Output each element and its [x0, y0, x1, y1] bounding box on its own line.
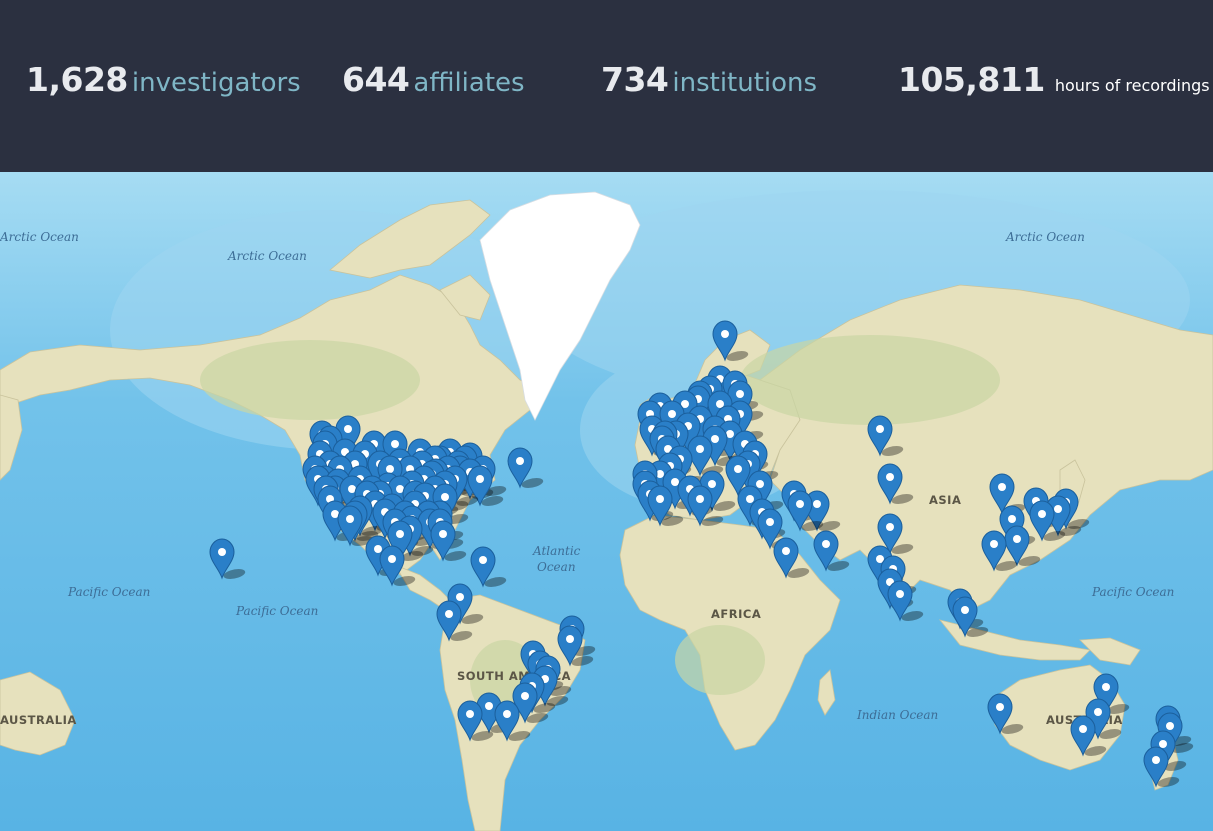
- marker-dot: [456, 593, 464, 601]
- stat-label: hours of recordings: [1054, 76, 1210, 95]
- marker-dot: [886, 473, 894, 481]
- region-label: AFRICA: [711, 607, 761, 621]
- stat-affiliates: 644 affiliates: [342, 60, 525, 99]
- stat-investigators: 1,628 investigators: [26, 60, 301, 99]
- marker-dot: [782, 547, 790, 555]
- map-canvas[interactable]: Arctic Ocean Arctic Ocean Arctic Ocean P…: [0, 172, 1213, 831]
- marker-dot: [476, 475, 484, 483]
- ocean-label: Arctic Ocean: [1005, 230, 1085, 244]
- marker-dot: [1159, 740, 1167, 748]
- marker-dot: [439, 530, 447, 538]
- marker-dot: [1166, 722, 1174, 730]
- marker-dot: [696, 495, 704, 503]
- marker-dot: [721, 330, 729, 338]
- marker-dot: [1038, 510, 1046, 518]
- marker-dot: [1013, 535, 1021, 543]
- marker-dot: [218, 548, 226, 556]
- marker-dot: [736, 390, 744, 398]
- ocean-label: Indian Ocean: [856, 708, 938, 722]
- marker-dot: [671, 478, 679, 486]
- marker-dot: [485, 702, 493, 710]
- marker-dot: [1079, 725, 1087, 733]
- marker-dot: [766, 518, 774, 526]
- marker-dot: [466, 710, 474, 718]
- ocean-label: Pacific Ocean: [1091, 585, 1174, 599]
- world-map[interactable]: Arctic Ocean Arctic Ocean Arctic Ocean P…: [0, 172, 1213, 831]
- marker-dot: [1094, 708, 1102, 716]
- marker-dot: [441, 493, 449, 501]
- marker-dot: [734, 465, 742, 473]
- marker-dot: [711, 435, 719, 443]
- marker-dot: [1054, 505, 1062, 513]
- stat-value: 734: [601, 60, 669, 99]
- marker-dot: [516, 457, 524, 465]
- marker-dot: [813, 500, 821, 508]
- marker-dot: [896, 590, 904, 598]
- marker-dot: [796, 500, 804, 508]
- marker-dot: [998, 483, 1006, 491]
- marker-dot: [391, 440, 399, 448]
- marker-dot: [396, 530, 404, 538]
- stat-value: 644: [342, 60, 410, 99]
- marker-dot: [479, 556, 487, 564]
- stat-value: 105,811: [898, 60, 1045, 99]
- marker-dot: [346, 515, 354, 523]
- marker-dot: [756, 480, 764, 488]
- marker-dot: [876, 425, 884, 433]
- marker-dot: [1008, 515, 1016, 523]
- ocean-label: Pacific Ocean: [67, 585, 150, 599]
- marker-dot: [668, 410, 676, 418]
- marker-dot: [656, 495, 664, 503]
- marker-dot: [1152, 756, 1160, 764]
- marker-dot: [996, 703, 1004, 711]
- marker-dot: [746, 495, 754, 503]
- stat-label: investigators: [131, 68, 301, 98]
- marker-dot: [374, 545, 382, 553]
- stat-label: affiliates: [413, 68, 525, 98]
- marker-dot: [1102, 683, 1110, 691]
- marker-dot: [961, 606, 969, 614]
- marker-dot: [990, 540, 998, 548]
- marker-dot: [886, 523, 894, 531]
- marker-dot: [344, 425, 352, 433]
- stats-bar: 1,628 investigators 644 affiliates 734 inst…: [0, 0, 1213, 172]
- marker-dot: [708, 480, 716, 488]
- ocean-label: Pacific Ocean: [235, 604, 318, 618]
- marker-dot: [566, 635, 574, 643]
- stat-value: 1,628: [26, 60, 128, 99]
- ocean-label: Arctic Ocean: [227, 249, 307, 263]
- marker-dot: [521, 692, 529, 700]
- marker-dot: [696, 445, 704, 453]
- marker-dot: [388, 555, 396, 563]
- marker-dot: [822, 540, 830, 548]
- region-label: AUSTRALIA: [0, 713, 77, 727]
- region-label: ASIA: [929, 493, 961, 507]
- marker-dot: [503, 710, 511, 718]
- stat-institutions: 734 institutions: [601, 60, 817, 99]
- ocean-label: Arctic Ocean: [0, 230, 79, 244]
- marker-dot: [445, 610, 453, 618]
- stat-label: institutions: [672, 68, 818, 98]
- stat-hours-of-recordings: 105,811 hours of recordings: [898, 60, 1210, 99]
- marker-dot: [386, 465, 394, 473]
